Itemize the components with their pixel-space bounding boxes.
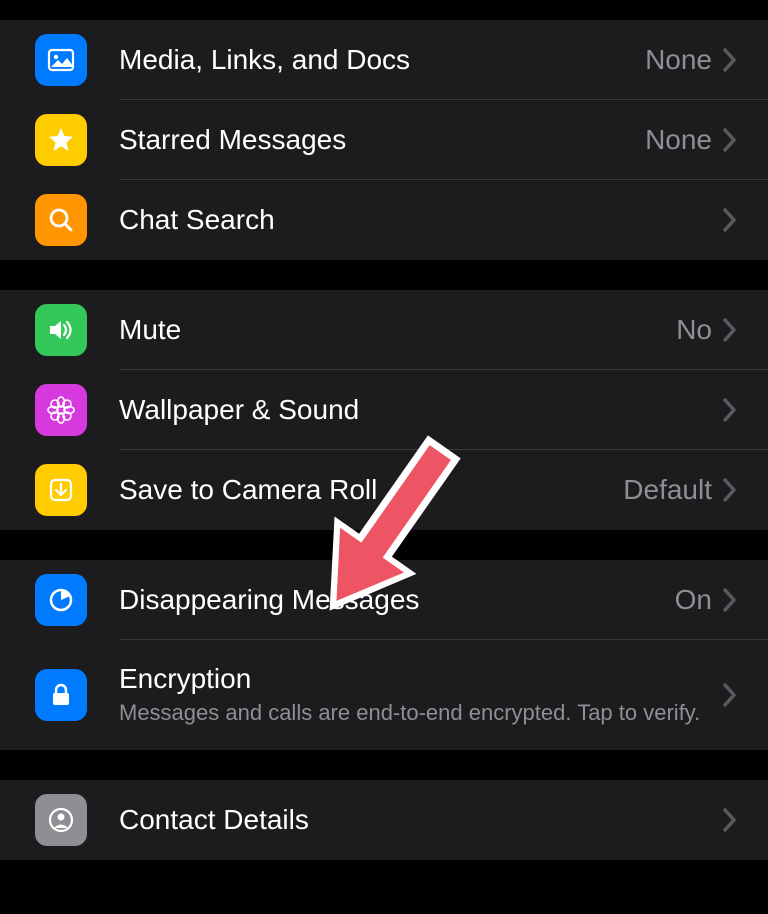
row-label: Disappearing Messages (119, 584, 675, 616)
row-wallpaper[interactable]: Wallpaper & Sound (0, 370, 768, 450)
section-2: Mute No Wallpaper & Sound Save to Camera… (0, 290, 768, 530)
section-3: Disappearing Messages On Encryption Mess… (0, 560, 768, 750)
chevron-right-icon (722, 317, 738, 343)
timer-icon (35, 574, 87, 626)
chevron-right-icon (722, 682, 738, 708)
row-label: Starred Messages (119, 124, 645, 156)
row-media[interactable]: Media, Links, and Docs None (0, 20, 768, 100)
chevron-right-icon (722, 207, 738, 233)
row-value: None (645, 44, 712, 76)
section-1: Media, Links, and Docs None Starred Mess… (0, 20, 768, 260)
star-icon (35, 114, 87, 166)
row-label: Mute (119, 314, 676, 346)
media-icon (35, 34, 87, 86)
row-encryption[interactable]: Encryption Messages and calls are end-to… (0, 640, 768, 750)
row-label: Wallpaper & Sound (119, 394, 722, 426)
speaker-icon (35, 304, 87, 356)
row-value: On (675, 584, 712, 616)
row-contact[interactable]: Contact Details (0, 780, 768, 860)
row-label: Contact Details (119, 804, 722, 836)
row-sublabel: Messages and calls are end-to-end encryp… (119, 699, 722, 728)
chevron-right-icon (722, 477, 738, 503)
row-mute[interactable]: Mute No (0, 290, 768, 370)
row-label: Encryption (119, 663, 722, 695)
chevron-right-icon (722, 587, 738, 613)
row-label: Save to Camera Roll (119, 474, 623, 506)
contact-icon (35, 794, 87, 846)
row-saveroll[interactable]: Save to Camera Roll Default (0, 450, 768, 530)
row-label: Media, Links, and Docs (119, 44, 645, 76)
row-value: Default (623, 474, 712, 506)
row-value: No (676, 314, 712, 346)
chevron-right-icon (722, 807, 738, 833)
row-value: None (645, 124, 712, 156)
row-starred[interactable]: Starred Messages None (0, 100, 768, 180)
row-search[interactable]: Chat Search (0, 180, 768, 260)
chevron-right-icon (722, 397, 738, 423)
lock-icon (35, 669, 87, 721)
chevron-right-icon (722, 47, 738, 73)
row-label: Chat Search (119, 204, 722, 236)
section-4: Contact Details (0, 780, 768, 860)
download-icon (35, 464, 87, 516)
chevron-right-icon (722, 127, 738, 153)
row-disappearing[interactable]: Disappearing Messages On (0, 560, 768, 640)
flower-icon (35, 384, 87, 436)
search-icon (35, 194, 87, 246)
